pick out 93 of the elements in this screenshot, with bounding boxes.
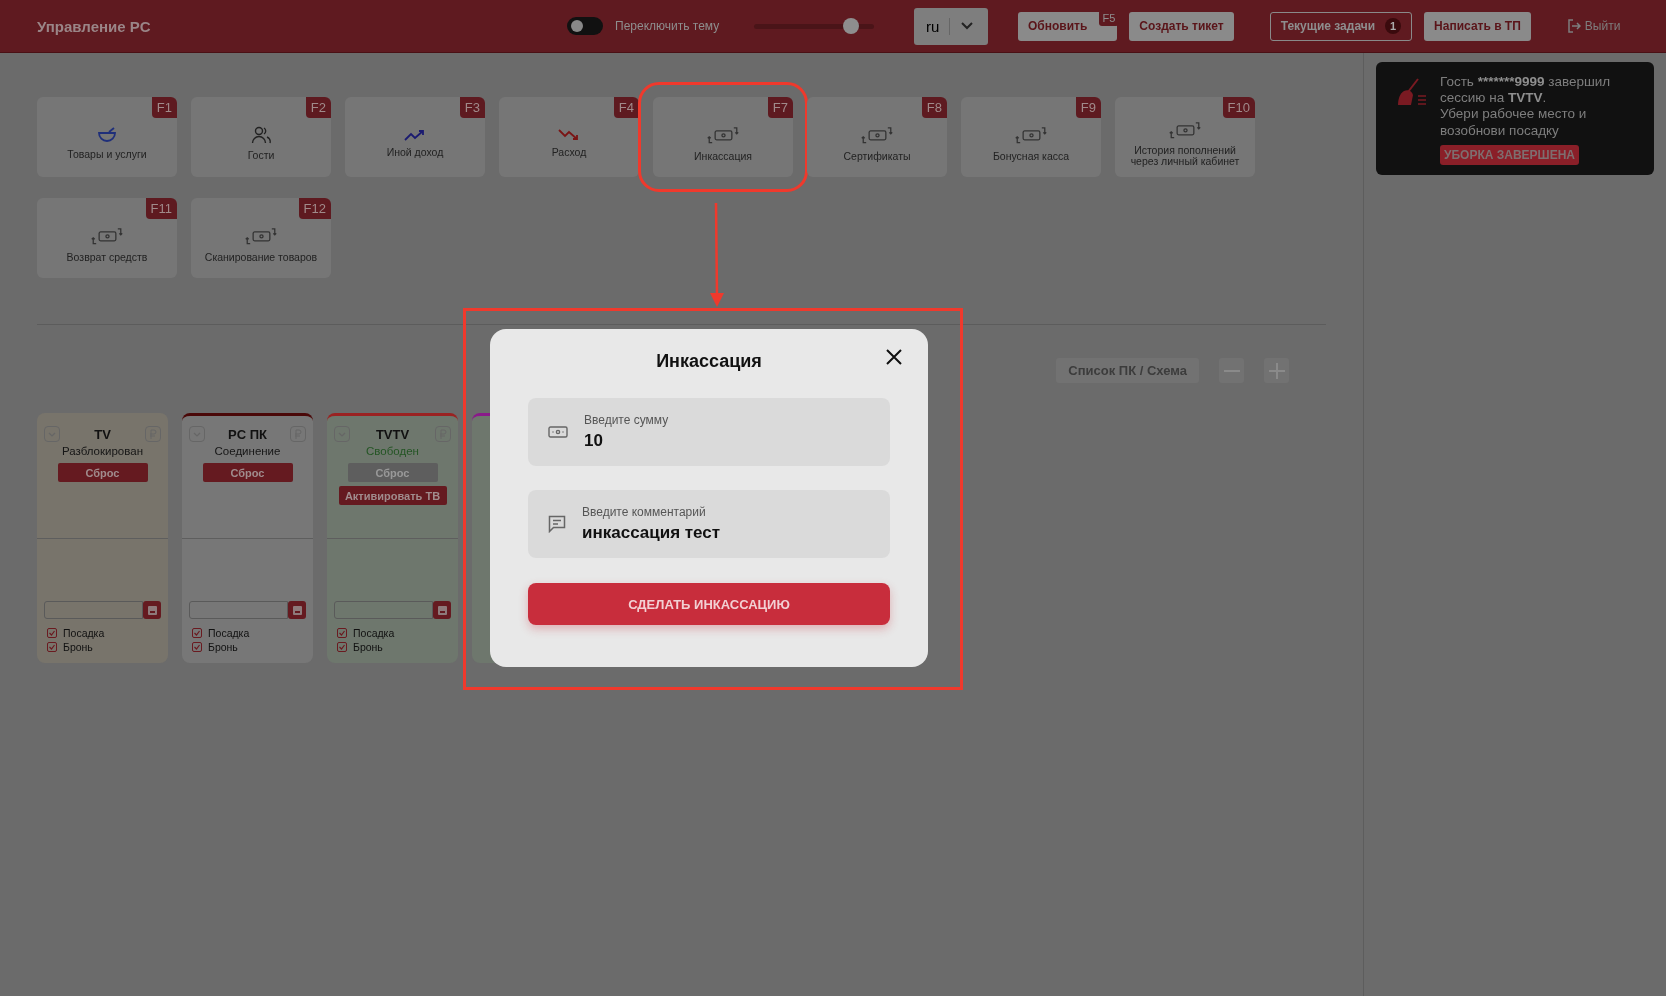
pc-name: PC ПК: [228, 426, 267, 442]
input-field[interactable]: Введите сумму 10: [528, 398, 890, 466]
card-button[interactable]: Сброс: [202, 463, 293, 482]
pc-name: TVTV: [375, 426, 410, 442]
action-tile[interactable]: F1 Товары и услуги: [37, 97, 177, 177]
money-exchange-icon: [1168, 120, 1202, 140]
hotkey-badge: F9: [1075, 97, 1101, 118]
header-button[interactable]: Написать в ТП: [1424, 11, 1531, 41]
action-tile[interactable]: F9 Бонусная касса: [961, 97, 1101, 177]
pc-status: Соединение: [214, 445, 281, 457]
bowl-icon: [97, 127, 117, 144]
checkbox[interactable]: [337, 628, 347, 638]
card-input[interactable]: [189, 601, 288, 619]
hotkey-badge: F10: [1222, 97, 1255, 118]
people-icon: [251, 126, 271, 145]
card-button[interactable]: Сброс: [57, 463, 148, 482]
save-icon: [437, 605, 447, 615]
close-icon: [886, 349, 902, 365]
checkbox-label: Бронь: [208, 641, 238, 653]
trend-down-icon: [558, 129, 580, 142]
action-tile[interactable]: F11 Возврат средств: [37, 198, 177, 278]
checkbox-label: Посадка: [353, 627, 395, 639]
language-select[interactable]: ru: [914, 7, 988, 45]
card-input[interactable]: [44, 601, 143, 619]
notification-hint: Убери рабочее место и возобнови посадку: [1440, 106, 1588, 139]
action-tile[interactable]: F3 Иной доход: [345, 97, 485, 177]
money-exchange-icon: [90, 227, 124, 246]
card-button[interactable]: Сброс: [347, 463, 438, 482]
checkbox-label: Посадка: [63, 627, 105, 639]
hotkey-badge: F8: [921, 97, 947, 118]
save-icon: [147, 605, 157, 615]
checkbox-label: Посадка: [208, 627, 250, 639]
action-tile[interactable]: F4 Расход: [499, 97, 639, 177]
checkbox[interactable]: [192, 642, 202, 652]
trend-up-icon: [404, 129, 426, 142]
action-tile[interactable]: F7 Инкассация: [653, 97, 793, 177]
field-label: Введите комментарий: [582, 505, 707, 519]
zoom-out-button[interactable]: [1219, 358, 1244, 383]
logout-icon: [1566, 19, 1581, 33]
zoom-in-button[interactable]: [1264, 358, 1289, 383]
field-label: Введите сумму: [584, 413, 669, 427]
dialog-title: Инкассация: [655, 351, 763, 372]
hotkey-badge: F4: [613, 97, 639, 118]
money-exchange-icon: [1014, 126, 1048, 145]
checkbox-label: Бронь: [353, 641, 383, 653]
close-button[interactable]: [886, 349, 902, 365]
count-badge: 1: [1385, 18, 1402, 34]
save-button[interactable]: [143, 601, 161, 619]
app-title: Управление PC: [37, 17, 152, 35]
action-tile[interactable]: F12 Сканирование товаров: [191, 198, 331, 278]
money-exchange-icon: [244, 227, 278, 246]
field-value: 10: [584, 431, 604, 451]
pc-status: Свободен: [366, 445, 419, 457]
header-button[interactable]: Создать тикет: [1129, 11, 1234, 41]
banknote-icon: [548, 426, 568, 438]
checkbox[interactable]: [192, 628, 202, 638]
action-tile[interactable]: F8 Сертификаты: [807, 97, 947, 177]
theme-toggle[interactable]: [567, 17, 603, 35]
hotkey-badge: F5: [1098, 9, 1120, 26]
action-tile[interactable]: F10 История пополнений через личный кабинет: [1115, 97, 1255, 177]
money-exchange-icon: [860, 126, 894, 145]
hotkey-badge: F7: [767, 97, 793, 118]
checkbox-label: Бронь: [63, 641, 93, 653]
pc-status: Разблокирован: [62, 445, 143, 457]
hotkey-badge: F12: [298, 198, 331, 219]
save-button[interactable]: [433, 601, 451, 619]
slider-thumb[interactable]: [842, 18, 859, 34]
checkbox[interactable]: [337, 642, 347, 652]
chevron-down-icon: [960, 21, 975, 31]
checkbox[interactable]: [47, 628, 57, 638]
theme-toggle-label: Переключить тему: [615, 19, 721, 33]
broom-icon: [1396, 78, 1428, 108]
money-exchange-icon: [706, 126, 740, 145]
hotkey-badge: F11: [145, 198, 177, 219]
hotkey-badge: F2: [305, 97, 331, 118]
notification-message: Гость *******9999 завершил сессию на TVTV.: [1440, 74, 1612, 107]
plus-icon: [1268, 362, 1285, 379]
card-button[interactable]: Активировать ТВ: [338, 486, 447, 505]
input-field[interactable]: Введите комментарий инкассация тест: [528, 490, 890, 558]
save-icon: [292, 605, 302, 615]
hotkey-badge: F3: [459, 97, 485, 118]
pc-name: TV: [94, 426, 111, 442]
hotkey-badge: F1: [151, 97, 177, 118]
action-tile[interactable]: F2 Гости: [191, 97, 331, 177]
field-value: инкассация тест: [582, 523, 721, 543]
comment-icon: [548, 515, 566, 533]
save-button[interactable]: [288, 601, 306, 619]
tasks-button[interactable]: Текущие задачи 1: [1269, 11, 1413, 41]
header-button[interactable]: Обновить F5: [1018, 11, 1118, 41]
card-input[interactable]: [334, 601, 433, 619]
submit-button[interactable]: СДЕЛАТЬ ИНКАССАЦИЮ: [528, 583, 890, 625]
logout-link[interactable]: Выйти: [1566, 19, 1621, 33]
checkbox[interactable]: [47, 642, 57, 652]
